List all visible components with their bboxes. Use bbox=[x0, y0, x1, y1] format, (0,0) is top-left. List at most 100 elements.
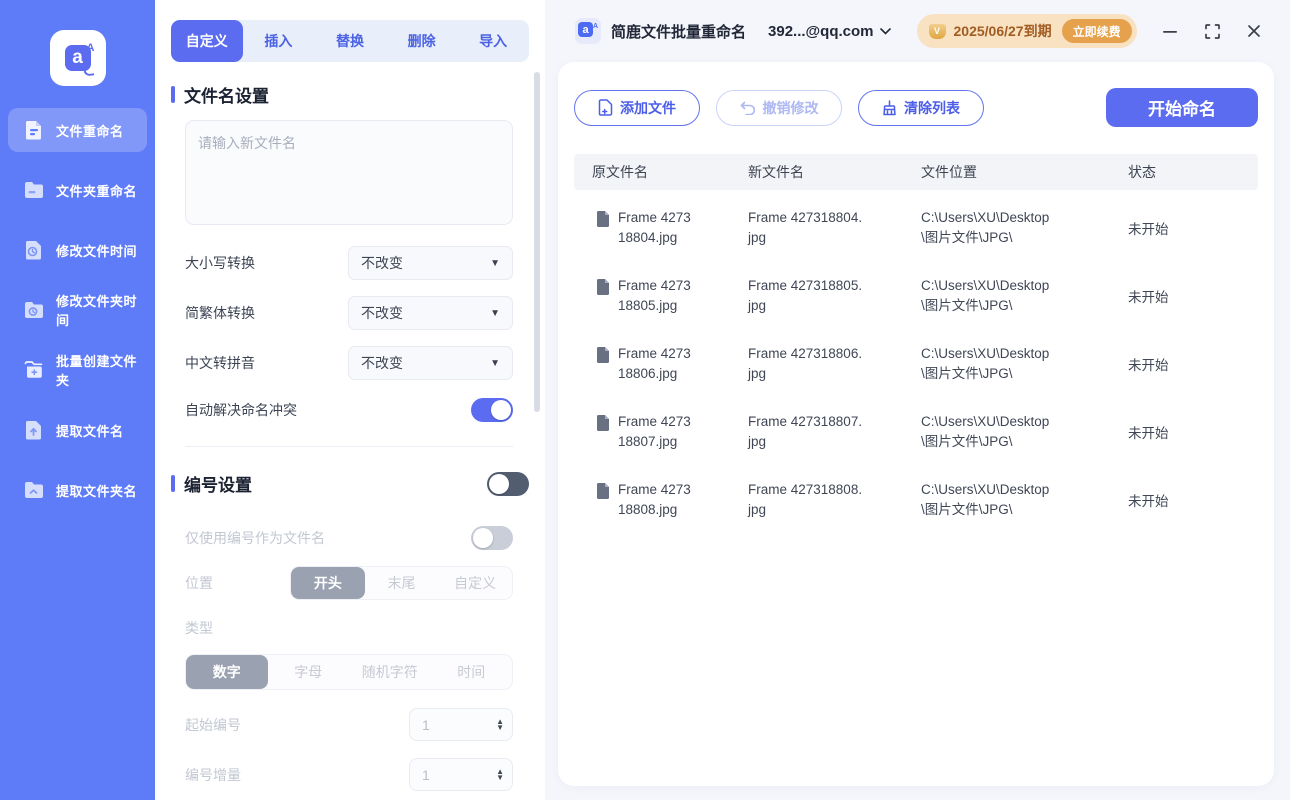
section-accent-bar bbox=[171, 86, 175, 103]
renew-button[interactable]: 立即续费 bbox=[1061, 19, 1132, 43]
col-new-name: 新文件名 bbox=[748, 164, 804, 180]
new-filename-input[interactable] bbox=[185, 120, 513, 225]
type-option-time[interactable]: 时间 bbox=[431, 655, 513, 689]
folder-create-icon bbox=[22, 358, 46, 382]
logo-A-glyph: A bbox=[86, 42, 95, 54]
position-option-custom[interactable]: 自定义 bbox=[438, 567, 512, 599]
select-value: 不改变 bbox=[361, 255, 403, 271]
new-filename: Frame 427318806.jpg bbox=[748, 346, 863, 381]
add-files-button[interactable]: 添加文件 bbox=[574, 89, 700, 126]
sidebar-item-folder-time[interactable]: 修改文件夹时间 bbox=[8, 288, 147, 332]
chevron-down-icon bbox=[879, 27, 891, 35]
pinyin-row: 中文转拼音 不改变 ▼ bbox=[185, 346, 513, 380]
select-value: 不改变 bbox=[361, 355, 403, 371]
main-area: a A 简鹿文件批量重命名 392...@qq.com V 2025/06/27… bbox=[545, 0, 1290, 800]
conflict-row: 自动解决命名冲突 bbox=[185, 398, 513, 422]
file-toolbar: 添加文件 撤销修改 清除列表 开始命名 bbox=[558, 62, 1274, 127]
titlebar: a A 简鹿文件批量重命名 392...@qq.com V 2025/06/27… bbox=[545, 0, 1290, 62]
simplified-traditional-select[interactable]: 不改变 ▼ bbox=[348, 296, 513, 330]
tab-insert[interactable]: 插入 bbox=[243, 20, 315, 62]
account-menu[interactable]: 392...@qq.com bbox=[768, 23, 891, 40]
file-icon bbox=[597, 483, 609, 500]
sidebar-item-label: 修改文件时间 bbox=[56, 243, 138, 259]
start-rename-button[interactable]: 开始命名 bbox=[1106, 88, 1258, 127]
simplified-traditional-label: 简繁体转换 bbox=[185, 305, 255, 321]
minimize-button[interactable] bbox=[1162, 23, 1178, 39]
table-row[interactable]: Frame 427318807.jpg Frame 427318807.jpg … bbox=[574, 398, 1258, 466]
sidebar-item-label: 修改文件夹时间 bbox=[56, 294, 138, 328]
table-row[interactable]: Frame 427318805.jpg Frame 427318805.jpg … bbox=[574, 262, 1258, 330]
sidebar-item-file-time[interactable]: 修改文件时间 bbox=[8, 228, 147, 272]
pinyin-select[interactable]: 不改变 ▼ bbox=[348, 346, 513, 380]
table-row[interactable]: Frame 427318806.jpg Frame 427318806.jpg … bbox=[574, 330, 1258, 398]
position-option-start[interactable]: 开头 bbox=[291, 567, 365, 599]
case-convert-row: 大小写转换 不改变 ▼ bbox=[185, 246, 513, 280]
case-convert-label: 大小写转换 bbox=[185, 255, 255, 271]
sidebar-item-extract-filename[interactable]: 提取文件名 bbox=[8, 408, 147, 452]
start-number-stepper[interactable]: ▲▼ bbox=[409, 708, 513, 741]
panel-scrollbar[interactable] bbox=[534, 72, 540, 412]
conflict-toggle[interactable] bbox=[471, 398, 513, 422]
undo-icon bbox=[740, 101, 755, 115]
type-option-letter[interactable]: 字母 bbox=[268, 655, 350, 689]
sidebar-item-folder-rename[interactable]: 文件夹重命名 bbox=[8, 168, 147, 212]
status-text: 未开始 bbox=[1128, 426, 1169, 441]
sidebar-item-folder-create[interactable]: 批量创建文件夹 bbox=[8, 348, 147, 392]
clear-list-button[interactable]: 清除列表 bbox=[858, 89, 984, 126]
sidebar-item-extract-foldername[interactable]: 提取文件夹名 bbox=[8, 468, 147, 512]
start-number-input[interactable] bbox=[422, 716, 482, 733]
extract-filename-icon bbox=[22, 418, 46, 442]
type-option-number[interactable]: 数字 bbox=[186, 655, 268, 689]
maximize-button[interactable] bbox=[1204, 23, 1220, 39]
original-filename: Frame 427318808.jpg bbox=[618, 482, 691, 517]
original-filename: Frame 427318806.jpg bbox=[618, 346, 691, 381]
type-row: 数字 字母 随机字符 时间 bbox=[185, 654, 513, 690]
start-number-row: 起始编号 ▲▼ bbox=[185, 708, 513, 741]
add-file-icon bbox=[598, 99, 613, 116]
position-row: 位置 开头 末尾 自定义 bbox=[185, 566, 513, 600]
file-location: C:\Users\XU\Desktop\图片文件\JPG\ bbox=[921, 482, 1050, 517]
caret-down-icon: ▼ bbox=[490, 357, 500, 369]
file-icon bbox=[597, 279, 609, 296]
undo-button[interactable]: 撤销修改 bbox=[716, 89, 842, 126]
table-row[interactable]: Frame 427318804.jpg Frame 427318804.jpg … bbox=[574, 194, 1258, 262]
sidebar-item-label: 提取文件名 bbox=[56, 423, 124, 439]
conflict-label: 自动解决命名冲突 bbox=[185, 402, 297, 418]
stepper-arrows[interactable]: ▲ ▼ bbox=[496, 717, 504, 731]
only-number-toggle[interactable] bbox=[471, 526, 513, 550]
case-convert-select[interactable]: 不改变 ▼ bbox=[348, 246, 513, 280]
tab-custom[interactable]: 自定义 bbox=[171, 20, 243, 62]
sidebar-item-file-rename[interactable]: 文件重命名 bbox=[8, 108, 147, 152]
tab-delete[interactable]: 删除 bbox=[386, 20, 458, 62]
increment-stepper[interactable]: ▲▼ bbox=[409, 758, 513, 791]
close-button[interactable] bbox=[1246, 23, 1262, 39]
sidebar-item-label: 文件夹重命名 bbox=[56, 183, 138, 199]
titlebar-logo-a: a bbox=[578, 22, 593, 37]
extract-foldername-icon bbox=[22, 478, 46, 502]
select-value: 不改变 bbox=[361, 305, 403, 321]
section-title: 编号设置 bbox=[184, 476, 252, 495]
file-icon bbox=[597, 211, 609, 228]
account-email: 392...@qq.com bbox=[768, 22, 874, 40]
license-badge: V 2025/06/27到期 立即续费 bbox=[916, 14, 1137, 48]
folder-time-icon bbox=[22, 298, 46, 322]
tab-replace[interactable]: 替换 bbox=[314, 20, 386, 62]
type-option-random[interactable]: 随机字符 bbox=[349, 655, 431, 689]
stepper-down-icon[interactable]: ▼ bbox=[496, 773, 504, 781]
increment-input[interactable] bbox=[422, 766, 482, 783]
increment-label: 编号增量 bbox=[185, 766, 241, 783]
toggle-knob bbox=[491, 400, 511, 420]
stepper-arrows[interactable]: ▲ ▼ bbox=[496, 767, 504, 781]
numbering-section-header: 编号设置 bbox=[171, 471, 529, 496]
position-option-end[interactable]: 末尾 bbox=[365, 567, 439, 599]
new-filename: Frame 427318804.jpg bbox=[748, 210, 863, 245]
original-name-cell: Frame 427318808.jpg bbox=[574, 480, 748, 519]
tab-import[interactable]: 导入 bbox=[457, 20, 529, 62]
file-icon bbox=[597, 415, 609, 432]
window-controls bbox=[1162, 23, 1270, 39]
numbering-enable-toggle[interactable] bbox=[487, 471, 529, 496]
col-location: 文件位置 bbox=[921, 164, 977, 180]
file-table-body: Frame 427318804.jpg Frame 427318804.jpg … bbox=[574, 194, 1258, 534]
table-row[interactable]: Frame 427318808.jpg Frame 427318808.jpg … bbox=[574, 466, 1258, 534]
stepper-down-icon[interactable]: ▼ bbox=[496, 723, 504, 731]
